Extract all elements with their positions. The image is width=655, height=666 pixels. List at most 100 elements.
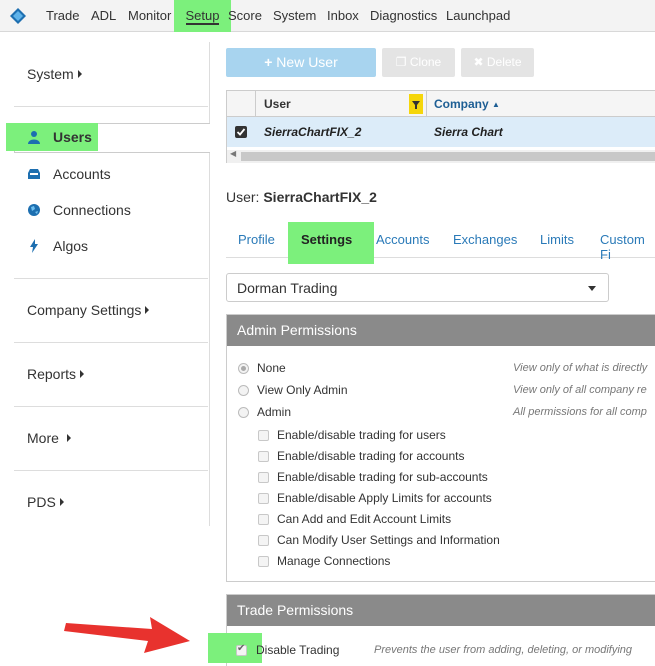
detail-tabs: Profile Settings Accounts Exchanges Limi… [226,222,655,264]
nav-launchpad[interactable]: Launchpad [446,0,510,32]
user-prefix: User: [226,189,260,205]
perm-checkbox[interactable] [258,430,269,441]
logo-icon[interactable] [9,7,27,25]
tab-custom-fields[interactable]: Custom Fi [600,232,655,262]
sidebar-separator [14,106,208,107]
column-header-company[interactable]: Company ▲ [434,91,500,117]
cell-company: Sierra Chart [434,125,503,139]
sidebar-pds-label: PDS [27,494,56,510]
sidebar-divider [209,42,210,526]
table-row[interactable]: SierraChartFIX_2 Sierra Chart [227,117,655,147]
sidebar-company-settings[interactable]: Company Settings [27,302,150,318]
delete-label: Delete [486,55,522,69]
caret-right-icon [77,70,82,78]
sidebar-more-label: More [27,430,59,446]
globe-icon [28,204,40,216]
sidebar-separator [14,278,208,279]
sidebar-item-connections[interactable]: Connections [27,198,131,222]
new-user-button[interactable]: + New User [226,48,376,77]
user-icon [28,131,40,144]
option-desc: All permissions for all comp [513,406,647,418]
inbox-icon [28,169,40,179]
perm-checkbox[interactable] [258,514,269,525]
perm-label: Enable/disable trading for accounts [277,449,465,463]
filter-icon[interactable] [409,94,423,114]
sidebar-item-users[interactable]: Users [27,125,92,149]
disable-trading-desc: Prevents the user from adding, deleting,… [374,644,633,656]
perm-label: Enable/disable Apply Limits for accounts [277,491,492,505]
copy-icon: ❐ [395,55,407,69]
delete-button[interactable]: ✖ Delete [461,48,534,77]
perm-label: Can Modify User Settings and Information [277,533,500,547]
sidebar-item-label: Accounts [53,166,111,182]
disable-trading-label: Disable Trading [256,643,340,657]
nav-monitor[interactable]: Monitor [128,0,171,32]
sidebar-reports[interactable]: Reports [27,366,85,382]
perm-checkbox[interactable] [258,535,269,546]
company-select[interactable]: Dorman Trading [226,273,609,302]
perm-checkbox[interactable] [258,472,269,483]
perm-label: Can Add and Edit Account Limits [277,512,452,526]
top-nav: Trade ADL Monitor Setup Score System Inb… [0,0,655,32]
scroll-thumb[interactable] [241,152,655,161]
perm-label: Enable/disable trading for sub-accounts [277,470,488,484]
sidebar-separator [14,342,208,343]
plus-icon: + [264,54,273,70]
column-divider [255,91,256,117]
perm-checkbox[interactable] [258,451,269,462]
trade-permissions-title: Trade Permissions [227,595,655,626]
user-name: SierraChartFIX_2 [263,189,377,205]
option-desc: View only of what is directly [513,362,648,374]
tab-accounts[interactable]: Accounts [376,232,429,247]
clone-button[interactable]: ❐ Clone [382,48,455,77]
row-checkbox[interactable] [235,126,247,138]
option-label: View Only Admin [257,383,348,397]
nav-inbox[interactable]: Inbox [327,0,359,32]
perm-checkbox[interactable] [258,493,269,504]
nav-system[interactable]: System [273,0,316,32]
column-header-company-label: Company [434,97,489,111]
radio-view-only-admin[interactable] [238,385,249,396]
sidebar-item-label: Users [53,129,92,145]
option-label: Admin [257,405,292,419]
sidebar-system-label: System [27,66,74,82]
tab-limits[interactable]: Limits [540,232,574,247]
column-divider [426,91,427,117]
perm-checkbox[interactable] [258,556,269,567]
scroll-left-icon[interactable]: ◀ [230,149,236,158]
radio-admin[interactable] [238,407,249,418]
disable-trading-checkbox[interactable] [236,643,247,656]
perm-label: Enable/disable trading for users [277,428,446,442]
sidebar-item-accounts[interactable]: Accounts [27,162,111,186]
users-grid: User Company ▲ SierraChartFIX_2 Sierra C… [226,90,655,163]
nav-setup[interactable]: Setup [174,0,231,32]
nav-diagnostics[interactable]: Diagnostics [370,0,437,32]
admin-permissions-title: Admin Permissions [227,315,655,346]
grid-header: User Company ▲ [227,91,655,117]
nav-trade[interactable]: Trade [46,0,79,32]
sidebar-pds[interactable]: PDS [27,494,64,510]
caret-right-icon [80,370,85,378]
admin-permissions-panel: Admin Permissions None View only of what… [226,314,655,582]
tab-exchanges[interactable]: Exchanges [453,232,517,247]
new-user-label: New User [276,54,338,70]
caret-right-icon [145,306,150,314]
tab-settings[interactable]: Settings [301,232,352,247]
close-icon: ✖ [473,55,484,69]
radio-none[interactable] [238,363,249,374]
nav-score[interactable]: Score [228,0,262,32]
horizontal-scrollbar[interactable]: ◀ [227,149,655,163]
caret-right-icon [59,498,64,506]
tab-profile[interactable]: Profile [238,232,275,247]
sidebar-company-settings-label: Company Settings [27,302,142,318]
option-label: None [257,361,286,375]
sidebar-system[interactable]: System [27,66,82,82]
nav-adl[interactable]: ADL [91,0,116,32]
column-header-user[interactable]: User [264,91,291,117]
sidebar-item-algos[interactable]: Algos [27,234,88,258]
sort-asc-icon: ▲ [492,100,500,109]
cell-user: SierraChartFIX_2 [264,125,362,139]
caret-right-icon [66,434,71,442]
sidebar-more[interactable]: More [27,430,71,446]
sidebar-item-label: Connections [53,202,131,218]
